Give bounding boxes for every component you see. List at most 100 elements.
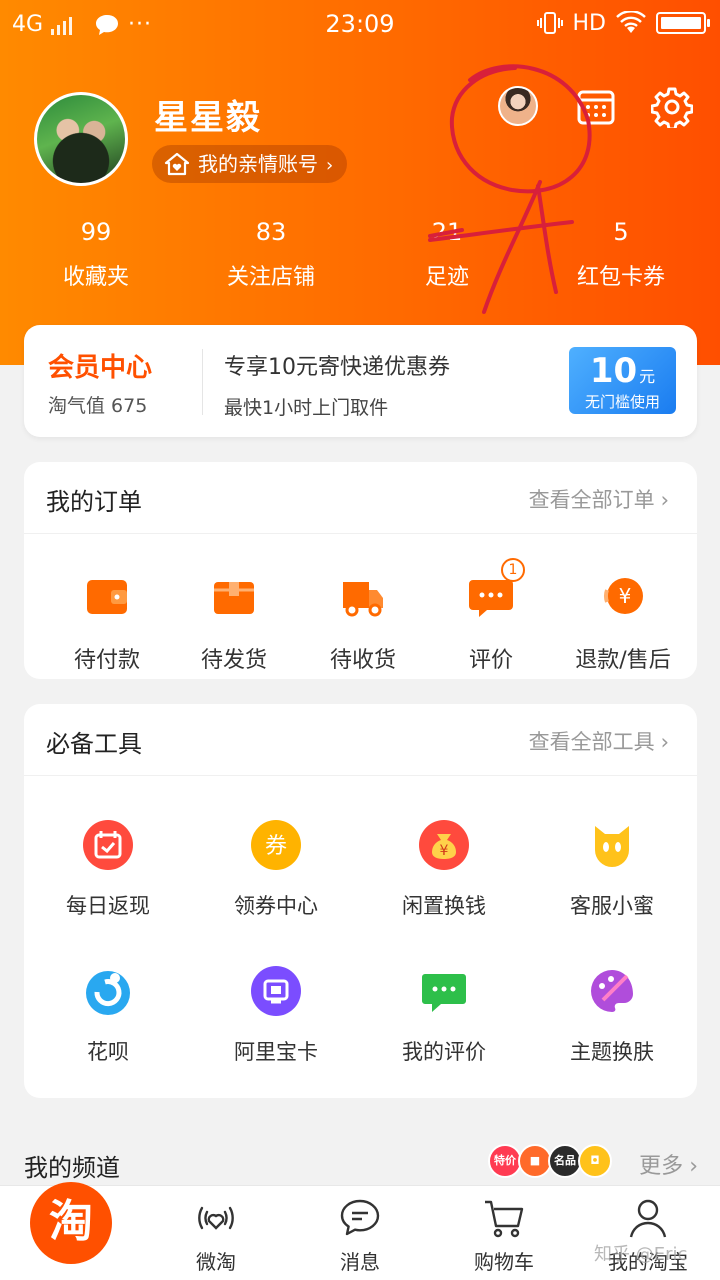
tool-ali-card[interactable]: 阿里宝卡 bbox=[192, 966, 360, 1066]
promo-title: 专享10元寄快递优惠券 bbox=[224, 355, 450, 380]
order-pending-receipt[interactable]: 待收货 bbox=[298, 572, 428, 674]
watermark: 知乎 @Eric bbox=[594, 1244, 688, 1265]
profile-header: 4G ··· 23:09 HD 星星毅 我的亲情账号 › 99 收藏夹 83 关注店铺… bbox=[0, 0, 720, 365]
orders-header: 我的订单 查看全部订单 › bbox=[24, 462, 697, 534]
money-bag-icon: ¥ bbox=[419, 820, 469, 870]
order-refund[interactable]: ¥ 退款/售后 bbox=[558, 572, 688, 674]
palette-icon bbox=[591, 970, 633, 1012]
tab-cart[interactable]: 购物车 bbox=[432, 1186, 576, 1280]
naughty-points: 淘气值 675 bbox=[48, 395, 148, 417]
stat-label: 红包卡券 bbox=[576, 265, 665, 290]
my-channels: 我的频道 特价 ■ 名品 ◘ 更多 › bbox=[0, 1140, 720, 1190]
money-glyph: ¥ bbox=[440, 843, 449, 859]
username[interactable]: 星星毅 bbox=[154, 90, 262, 139]
tool-label: 客服小蜜 bbox=[570, 894, 654, 918]
channel-chip-bag-icon: ◘ bbox=[578, 1144, 612, 1178]
package-icon bbox=[214, 582, 254, 614]
stat-count: 5 bbox=[613, 218, 629, 246]
cart-icon bbox=[485, 1200, 524, 1238]
stat-favorites[interactable]: 99 收藏夹 bbox=[21, 212, 171, 304]
member-center-card[interactable]: 会员中心 淘气值 675 专享10元寄快递优惠券 最快1小时上门取件 10 元 无… bbox=[24, 325, 697, 437]
tab-weitao[interactable]: 微淘 bbox=[144, 1186, 288, 1280]
stat-coupons[interactable]: 5 红包卡券 bbox=[546, 212, 696, 304]
promo-subtitle: 最快1小时上门取件 bbox=[224, 397, 389, 419]
comment-icon-wrap: 1 bbox=[467, 558, 525, 620]
coupon-value: 10 bbox=[589, 351, 638, 391]
tool-customer-service[interactable]: 客服小蜜 bbox=[528, 820, 696, 920]
order-label: 待收货 bbox=[329, 648, 396, 673]
tool-label: 我的评价 bbox=[402, 1040, 486, 1064]
channels-more-label: 更多 bbox=[639, 1154, 684, 1179]
wallet-icon bbox=[87, 580, 127, 614]
view-all-orders-link[interactable]: 查看全部订单 › bbox=[529, 484, 669, 514]
assistant-icon bbox=[595, 826, 629, 867]
divider bbox=[202, 349, 203, 415]
orders-title: 我的订单 bbox=[46, 488, 142, 516]
tool-label: 阿里宝卡 bbox=[234, 1040, 318, 1064]
coupon-icon: 券 bbox=[251, 820, 301, 870]
view-all-tools-label: 查看全部工具 bbox=[528, 730, 655, 754]
order-label: 待发货 bbox=[200, 648, 267, 673]
stats-row: 99 收藏夹 83 关注店铺 21 足迹 5 红包卡券 bbox=[0, 212, 720, 302]
tools-header: 必备工具 查看全部工具 › bbox=[24, 704, 697, 776]
tool-label: 花呗 bbox=[87, 1040, 129, 1064]
order-label: 待付款 bbox=[73, 648, 140, 673]
review-count-badge: 1 bbox=[501, 558, 525, 582]
view-all-orders-label: 查看全部订单 bbox=[528, 488, 655, 512]
channel-chip-box-icon: ■ bbox=[518, 1144, 552, 1178]
truck-icon bbox=[343, 582, 383, 617]
tab-home[interactable]: 淘 bbox=[0, 1182, 144, 1280]
stat-footprints[interactable]: 21 足迹 bbox=[372, 212, 522, 304]
tool-label: 领券中心 bbox=[234, 894, 318, 918]
tool-huabei[interactable]: 花呗 bbox=[24, 966, 192, 1066]
huabei-icon bbox=[86, 971, 130, 1015]
sim-card-icon bbox=[251, 966, 301, 1016]
review-icon bbox=[422, 974, 466, 1012]
tool-label: 闲置换钱 bbox=[402, 894, 486, 918]
battery-icon bbox=[656, 12, 710, 34]
tool-idle-cash[interactable]: ¥ 闲置换钱 bbox=[360, 820, 528, 920]
stat-count: 21 bbox=[431, 218, 463, 246]
home-heart-icon bbox=[164, 152, 190, 176]
channel-chips[interactable]: 特价 ■ 名品 ◘ bbox=[488, 1144, 612, 1178]
view-all-tools-link[interactable]: 查看全部工具 › bbox=[529, 726, 669, 756]
calendar-icon[interactable] bbox=[576, 86, 616, 126]
stat-followed-shops[interactable]: 83 关注店铺 bbox=[196, 212, 346, 304]
avatar[interactable] bbox=[34, 92, 128, 186]
taobao-logo: 淘 bbox=[30, 1182, 112, 1264]
tab-messages[interactable]: 消息 bbox=[288, 1186, 432, 1280]
coupon-unit: 元 bbox=[639, 367, 656, 386]
channels-more-link[interactable]: 更多 › bbox=[639, 1148, 698, 1180]
user-icon bbox=[629, 1199, 667, 1238]
member-center-title: 会员中心 bbox=[48, 353, 153, 383]
chevron-right-icon: › bbox=[689, 1154, 698, 1179]
order-pending-shipment[interactable]: 待发货 bbox=[169, 572, 299, 674]
stat-label: 足迹 bbox=[424, 265, 469, 290]
order-label: 退款/售后 bbox=[575, 648, 671, 673]
tool-daily-cashback[interactable]: 每日返现 bbox=[24, 820, 192, 920]
coupon-note: 无门槛使用 bbox=[584, 393, 660, 411]
coupon-glyph: 券 bbox=[265, 834, 287, 859]
coupon-badge[interactable]: 10 元 无门槛使用 bbox=[569, 347, 676, 414]
tool-theme-skin[interactable]: 主题换肤 bbox=[528, 966, 696, 1066]
tool-coupon-center[interactable]: 券 领券中心 bbox=[192, 820, 360, 920]
stat-count: 83 bbox=[255, 218, 287, 246]
family-account-label: 我的亲情账号 bbox=[198, 152, 318, 176]
chevron-right-icon: › bbox=[660, 488, 669, 512]
family-account-button[interactable]: 我的亲情账号 › bbox=[152, 145, 348, 183]
message-icon bbox=[340, 1199, 380, 1236]
tool-my-reviews[interactable]: 我的评价 bbox=[360, 966, 528, 1066]
order-pending-payment[interactable]: 待付款 bbox=[42, 572, 172, 674]
orders-card: 我的订单 查看全部订单 › 待付款 待发货 待收货 1 评价 ¥ 退款/售后 bbox=[24, 462, 697, 679]
order-to-review[interactable]: 1 评价 bbox=[426, 558, 556, 674]
gear-icon[interactable] bbox=[651, 86, 693, 128]
account-switch-avatar[interactable] bbox=[498, 86, 538, 126]
channel-chip-brand: 名品 bbox=[548, 1144, 582, 1178]
order-label: 评价 bbox=[468, 648, 513, 673]
tab-label: 购物车 bbox=[474, 1250, 534, 1274]
chevron-right-icon: › bbox=[326, 155, 334, 176]
refund-icon: ¥ bbox=[603, 578, 643, 614]
stat-count: 99 bbox=[80, 218, 112, 246]
tool-label: 主题换肤 bbox=[570, 1040, 654, 1064]
channels-title: 我的频道 bbox=[24, 1154, 120, 1182]
